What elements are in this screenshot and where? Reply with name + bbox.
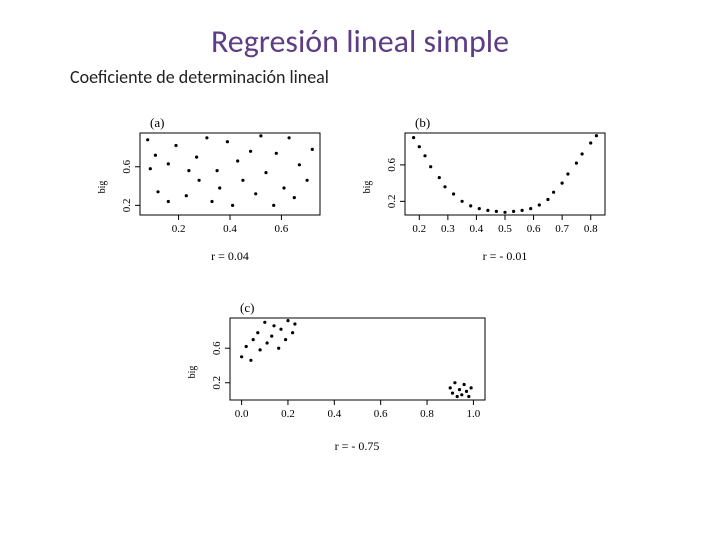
panel-b-yticks: 0.2 0.6 [386, 158, 405, 209]
xtick-label: 0.6 [374, 408, 388, 420]
panel-a-points [146, 134, 314, 207]
panel-a-xticks: 0.2 0.4 0.6 [172, 215, 289, 235]
xtick-label: 0.6 [275, 223, 289, 235]
xtick-label: 0.5 [498, 223, 512, 235]
panel-a-yticks: 0.2 0.6 [121, 159, 140, 212]
panel-b-xticks: 0.2 0.3 0.4 0.5 0.6 0.7 0.8 [412, 215, 598, 235]
xtick-label: 1.0 [467, 408, 481, 420]
panel-b-points [412, 134, 598, 214]
panel-c-ylabel: big [187, 366, 198, 379]
chart-panel-a: (a) big 0.2 0.6 0.2 0.4 0.6 r = 0.04 [95, 115, 335, 270]
ytick-label: 0.6 [121, 159, 133, 173]
chart-panel-b: (b) big 0.2 0.6 0.2 0.3 0.4 0.5 0.6 0.7 0.8 r =… [360, 115, 620, 270]
xtick-label: 0.4 [470, 223, 484, 235]
panel-b-label: (b) [415, 115, 430, 130]
panel-a-label: (a) [150, 115, 164, 130]
panel-c-xticks: 0.0 0.2 0.4 0.6 0.8 1.0 [235, 400, 481, 420]
plot-a: 0.2 0.6 0.2 0.4 0.6 [121, 133, 320, 235]
panel-a-ylabel: big [97, 181, 108, 194]
xtick-label: 0.7 [555, 223, 569, 235]
xtick-label: 0.3 [441, 223, 455, 235]
plot-b: 0.2 0.6 0.2 0.3 0.4 0.5 0.6 0.7 0.8 [386, 133, 605, 235]
ytick-label: 0.6 [211, 341, 223, 355]
slide: Regresión lineal simple Coeficiente de d… [0, 0, 720, 540]
ytick-label: 0.2 [386, 194, 398, 208]
panel-a-r: r = 0.04 [211, 249, 249, 263]
panel-c-r: r = - 0.75 [335, 439, 380, 453]
panel-b-ylabel: big [362, 181, 373, 194]
xtick-label: 0.4 [223, 223, 237, 235]
xtick-label: 0.4 [327, 408, 341, 420]
xtick-label: 0.2 [172, 223, 186, 235]
xtick-label: 0.0 [235, 408, 249, 420]
xtick-label: 0.6 [527, 223, 541, 235]
chart-panel-c: (c) big 0.2 0.6 0.0 0.2 0.4 0.6 0.8 1.0 r = - … [185, 300, 505, 460]
panel-c-label: (c) [240, 300, 254, 315]
xtick-label: 0.2 [281, 408, 295, 420]
page-subtitle: Coeficiente de determinación lineal [70, 66, 329, 88]
panel-b-r: r = - 0.01 [483, 249, 528, 263]
xtick-label: 0.8 [584, 223, 598, 235]
ytick-label: 0.2 [121, 198, 133, 212]
plot-c: 0.2 0.6 0.0 0.2 0.4 0.6 0.8 1.0 [211, 318, 485, 420]
page-title: Regresión lineal simple [0, 22, 720, 61]
ytick-label: 0.2 [211, 376, 223, 390]
panel-c-yticks: 0.2 0.6 [211, 341, 230, 390]
ytick-label: 0.6 [386, 158, 398, 172]
xtick-label: 0.8 [420, 408, 434, 420]
xtick-label: 0.2 [412, 223, 426, 235]
panel-c-points [240, 319, 473, 398]
